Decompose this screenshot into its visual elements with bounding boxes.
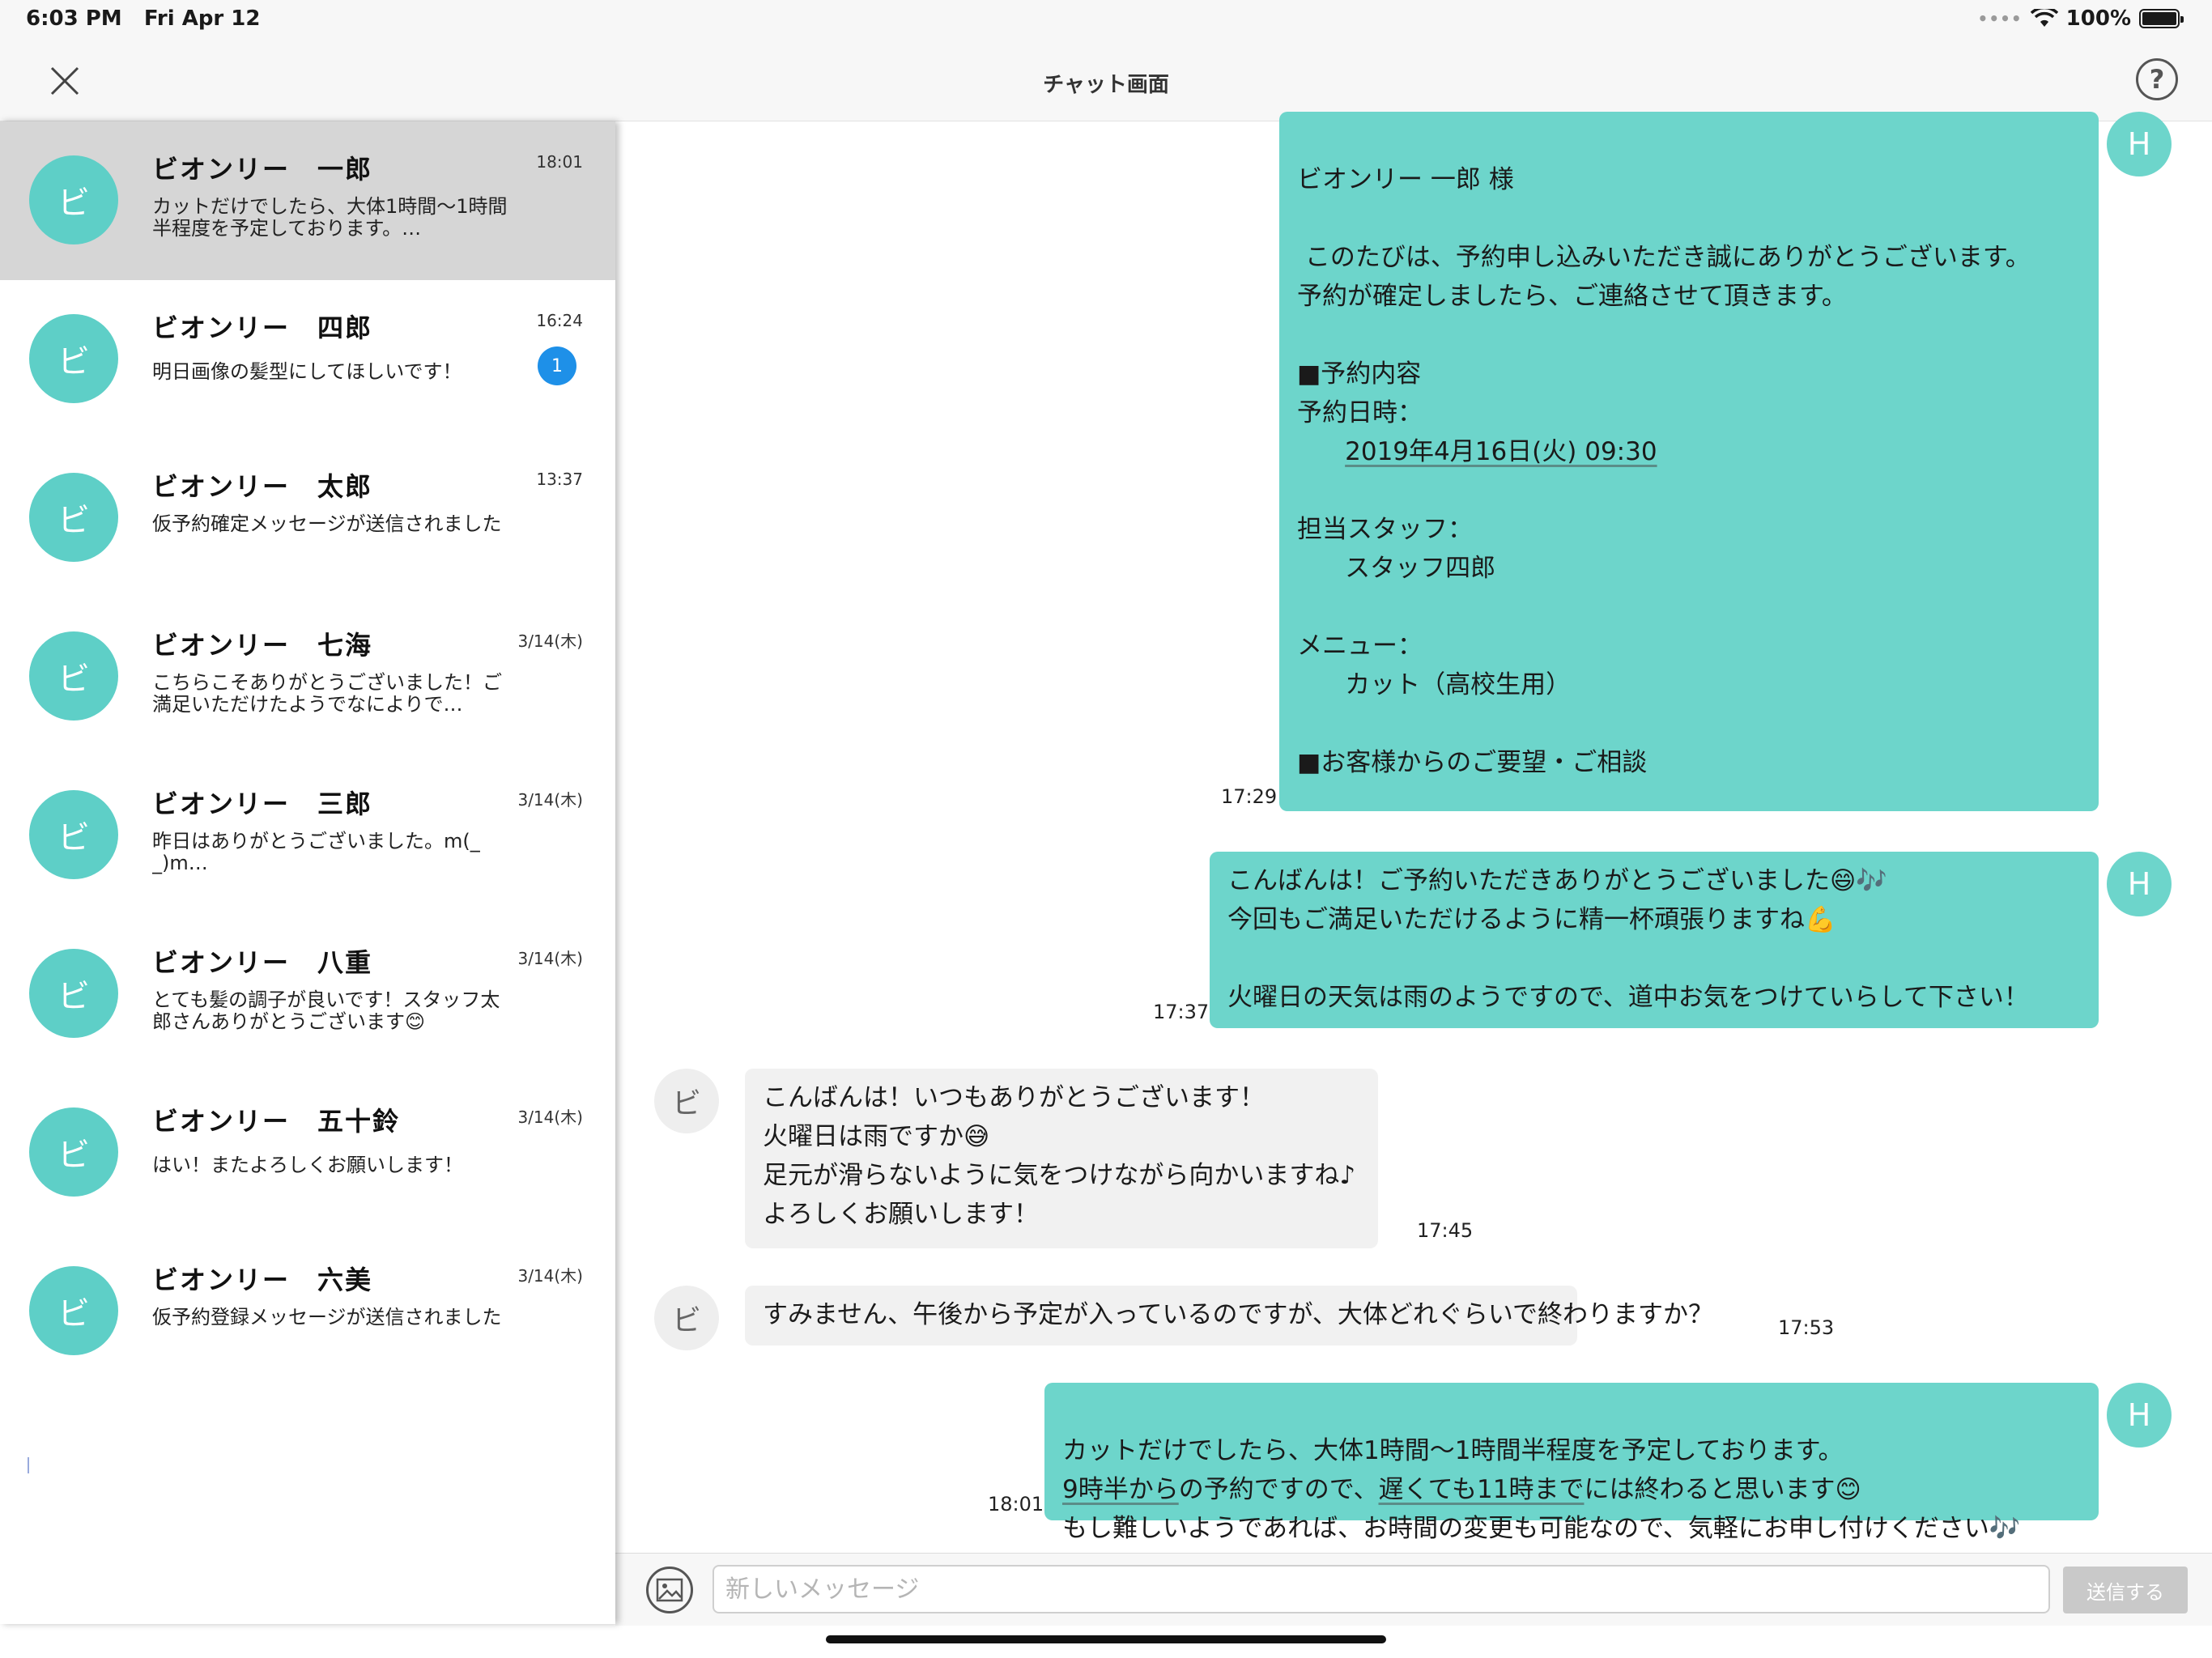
avatar: ビ — [29, 314, 118, 403]
conversation-name: ビオンリー 三郎 — [152, 789, 373, 819]
outgoing-message: カットだけでしたら、大体1時間〜1時間半程度を予定しております。 9時半からの予… — [1044, 1383, 2099, 1543]
conversation-name: ビオンリー 八重 — [152, 947, 373, 978]
message-line: には終わると思います😊 — [1584, 1475, 1861, 1504]
conversation-item[interactable]: ビ ビオンリー 七海 3/14(木) こちらこそありがとうございました！ご満足い… — [0, 597, 615, 756]
conversation-item[interactable]: ビ ビオンリー 一郎 18:01 カットだけでしたら、大体1時間〜1時間半程度を… — [0, 121, 615, 280]
conversation-name: ビオンリー 七海 — [152, 630, 373, 661]
conversation-name: ビオンリー 六美 — [152, 1265, 373, 1295]
message-line: 担当スタッフ： — [1297, 515, 1473, 544]
conversation-item[interactable]: ビ ビオンリー 四郎 16:24 明日画像の髪型にしてほしいです！ 1 — [0, 280, 615, 439]
status-date: Fri Apr 12 — [143, 6, 261, 31]
home-indicator — [826, 1635, 1386, 1643]
avatar: ビ — [29, 1266, 118, 1355]
message-line: ビオンリー 一郎 様 — [1297, 165, 1514, 194]
conversation-item[interactable]: ビ ビオンリー 六美 3/14(木) 仮予約登録メッセージが送信されました — [0, 1232, 615, 1391]
time-link[interactable]: 遅くても11時まで — [1379, 1475, 1585, 1504]
avatar: ビ — [29, 473, 118, 562]
wifi-icon — [2030, 9, 2058, 27]
message-input[interactable] — [713, 1565, 2050, 1613]
avatar: ビ — [654, 1069, 719, 1133]
avatar: H — [2107, 112, 2172, 176]
time-link[interactable]: 9時半から — [1062, 1475, 1179, 1504]
avatar: ビ — [29, 155, 118, 244]
avatar: ビ — [654, 1286, 719, 1350]
status-time: 6:03 PM Fri Apr 12 — [26, 6, 261, 31]
avatar: ビ — [29, 631, 118, 721]
status-clock: 6:03 PM — [26, 6, 122, 31]
message-line: ■お客様からのご要望・ご相談 — [1297, 748, 1648, 777]
conversation-time: 3/14(木) — [517, 1266, 583, 1286]
signal-dots-icon: •••• — [1977, 9, 2023, 28]
message-line: の予約ですので、 — [1178, 1475, 1379, 1504]
conversation-list: ビ ビオンリー 一郎 18:01 カットだけでしたら、大体1時間〜1時間半程度を… — [0, 121, 615, 1624]
scroll-indicator — [28, 1457, 29, 1473]
message-line: カット（高校生用） — [1345, 670, 1572, 699]
conversation-name: ビオンリー 太郎 — [152, 471, 373, 502]
message-line: もし難しいようであれば、お時間の変更も可能なので、気軽にお申し付けください🎶 — [1062, 1514, 2021, 1543]
image-attach-button[interactable] — [646, 1567, 693, 1613]
message-time: 17:53 — [1778, 1316, 1835, 1339]
conversation-time: 3/14(木) — [517, 949, 583, 968]
avatar: ビ — [29, 790, 118, 879]
conversation-time: 18:01 — [536, 152, 583, 172]
message-time: 17:29 — [1221, 785, 1278, 808]
message-line: このたびは、予約申し込みいただき誠にありがとうございます。 — [1297, 243, 2031, 272]
conversation-preview: 仮予約確定メッセージが送信されました — [152, 513, 502, 535]
page-title: チャット画面 — [1043, 73, 1169, 97]
unread-badge: 1 — [538, 346, 576, 385]
status-indicators: •••• 100% — [1977, 6, 2184, 31]
avatar: H — [2107, 1383, 2172, 1448]
conversation-preview: こちらこそありがとうございました！ご満足いただけたようでなによりで… — [152, 672, 502, 716]
battery-icon — [2139, 9, 2184, 28]
chat-messages[interactable]: ビオンリー 一郎 様 このたびは、予約申し込みいただき誠にありがとうございます。… — [615, 112, 2212, 1554]
avatar: H — [2107, 852, 2172, 916]
incoming-message: すみません、午後から予定が入っているのですが、大体どれぐらいで終わりますか？ — [745, 1286, 1713, 1346]
conversation-item[interactable]: ビ ビオンリー 五十鈴 3/14(木) はい！またよろしくお願いします！ — [0, 1073, 615, 1232]
conversation-time: 3/14(木) — [517, 1107, 583, 1127]
message-time: 17:45 — [1417, 1219, 1474, 1242]
outgoing-message: こんばんは！ご予約いただきありがとうございました😄🎶 今回もご満足いただけるよう… — [1210, 852, 2099, 1028]
conversation-item[interactable]: ビ ビオンリー 三郎 3/14(木) 昨日はありがとうございました。m(_ _)… — [0, 756, 615, 915]
conversation-time: 16:24 — [536, 311, 583, 330]
conversation-preview: 仮予約登録メッセージが送信されました — [152, 1307, 502, 1329]
conversation-time: 3/14(木) — [517, 631, 583, 651]
message-time: 17:37 — [1153, 1001, 1210, 1023]
image-icon — [656, 1578, 683, 1602]
conversation-name: ビオンリー 四郎 — [152, 312, 373, 343]
message-line: ■予約内容 — [1297, 359, 1422, 389]
message-composer: 送信する — [615, 1553, 2212, 1626]
nav-bar: チャット画面 ? — [0, 40, 2212, 121]
conversation-time: 13:37 — [536, 470, 583, 489]
battery-percent: 100% — [2065, 6, 2131, 31]
send-button[interactable]: 送信する — [2063, 1567, 2188, 1613]
conversation-name: ビオンリー 一郎 — [152, 154, 373, 185]
conversation-item[interactable]: ビ ビオンリー 太郎 13:37 仮予約確定メッセージが送信されました — [0, 439, 615, 597]
incoming-message: こんばんは！いつもありがとうございます！ 火曜日は雨ですか😅 足元が滑らないよう… — [745, 1069, 1378, 1248]
message-time: 18:01 — [988, 1493, 1044, 1516]
conversation-preview: とても髪の調子が良いです！スタッフ太郎さんありがとうございます😊 — [152, 989, 500, 1033]
conversation-time: 3/14(木) — [517, 790, 583, 810]
avatar: ビ — [29, 949, 118, 1038]
message-line: スタッフ四郎 — [1345, 554, 1496, 583]
outgoing-message: ビオンリー 一郎 様 このたびは、予約申し込みいただき誠にありがとうございます。… — [1279, 112, 2099, 811]
conversation-item[interactable]: ビ ビオンリー 八重 3/14(木) とても髪の調子が良いです！スタッフ太郎さん… — [0, 915, 615, 1073]
conversation-preview: はい！またよろしくお願いします！ — [152, 1154, 463, 1176]
reservation-date-link[interactable]: 2019年4月16日(火) 09:30 — [1345, 437, 1657, 466]
help-icon[interactable]: ? — [2136, 58, 2178, 100]
conversation-preview: 昨日はありがとうございました。m(_ _)m… — [152, 831, 480, 874]
message-line: カットだけでしたら、大体1時間〜1時間半程度を予定しております。 — [1062, 1436, 1844, 1465]
conversation-preview: カットだけでしたら、大体1時間〜1時間半程度を予定しております。… — [152, 196, 508, 240]
message-line: メニュー： — [1297, 631, 1423, 661]
status-bar: 6:03 PM Fri Apr 12 •••• 100% — [0, 0, 2212, 40]
conversation-preview: 明日画像の髪型にしてほしいです！ — [152, 361, 462, 383]
message-line: 予約日時： — [1297, 398, 1423, 427]
conversation-name: ビオンリー 五十鈴 — [152, 1106, 401, 1137]
message-line: 予約が確定しましたら、ご連絡させて頂きます。 — [1297, 282, 1847, 311]
avatar: ビ — [29, 1107, 118, 1197]
